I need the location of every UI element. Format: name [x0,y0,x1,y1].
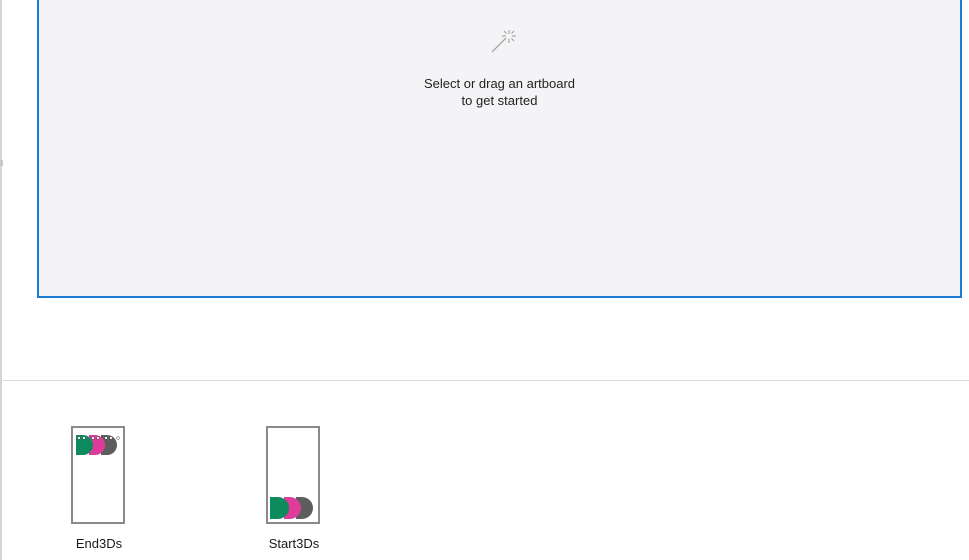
panel-left-border [0,0,2,560]
artboard-thumbnail-start3ds[interactable] [266,426,320,524]
magic-wand-icon [489,28,519,54]
hint-line-1: Select or drag an artboard [423,76,576,91]
three-ds-characters-icon [76,435,120,455]
artboard-label-start3ds[interactable]: Start3Ds [234,536,354,551]
empty-state-hint: Select or drag an artboard to get starte… [39,75,960,109]
artboard-drop-zone[interactable]: Select or drag an artboard to get starte… [37,0,962,298]
panel-resize-handle[interactable] [0,160,3,166]
section-divider [3,380,969,381]
three-ds-characters-icon [270,497,313,519]
artboard-label-end3ds[interactable]: End3Ds [39,536,159,551]
artboard-thumbnail-end3ds[interactable] [71,426,125,524]
hint-line-2: to get started [461,93,538,108]
